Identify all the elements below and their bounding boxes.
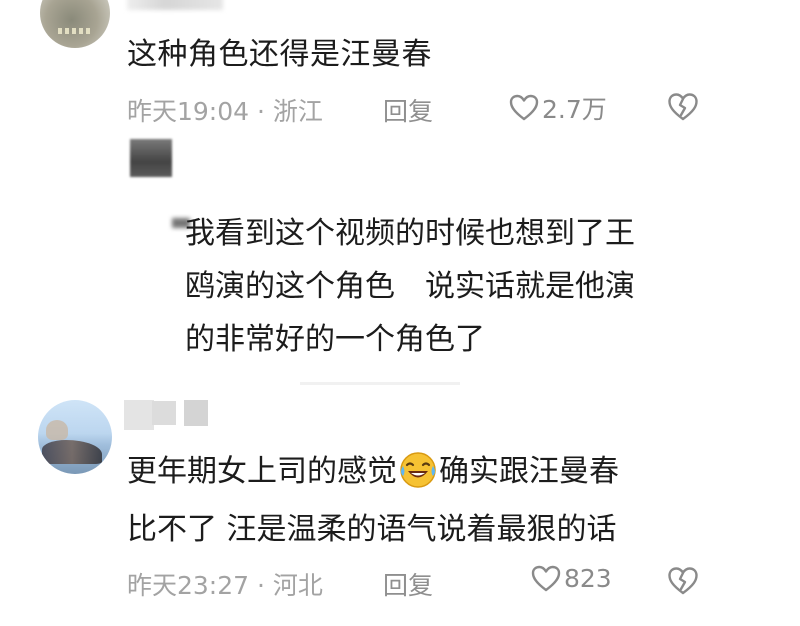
- reply-line: 的非常好的一个角色了: [185, 322, 485, 357]
- username-blurred[interactable]: [127, 0, 223, 10]
- comment-meta: 昨天23:27 · 河北 回复 823: [127, 564, 717, 602]
- divider: [300, 382, 460, 385]
- avatar[interactable]: [38, 400, 112, 474]
- dislike-icon[interactable]: [667, 92, 699, 122]
- like-button[interactable]: 823: [531, 564, 612, 593]
- comment-time-location: 昨天19:04 · 浙江: [127, 97, 323, 126]
- avatar-figure-head: [46, 420, 68, 440]
- reply-text: 我看到这个视频的时候也想到了王 鸥演的这个角色 说实话就是他演 的非常好的一个角色了: [185, 207, 725, 366]
- avatar-figure: [42, 440, 102, 464]
- comment-meta: 昨天19:04 · 浙江 回复 2.7万: [127, 92, 717, 128]
- like-count: 2.7万: [542, 95, 607, 124]
- reply-line: 我看到这个视频的时候也想到了王: [185, 216, 635, 251]
- comment-text-segment: 确实跟汪曼春: [439, 454, 619, 489]
- dislike-icon[interactable]: [667, 566, 699, 596]
- comment-text-segment: 更年期女上司的感觉: [127, 454, 397, 489]
- like-button[interactable]: 2.7万: [509, 90, 607, 126]
- comment-time-location: 昨天23:27 · 河北: [127, 571, 323, 600]
- avatar[interactable]: [40, 0, 110, 48]
- reply-line: 鸥演的这个角色 说实话就是他演: [185, 269, 635, 304]
- comment-text-line: 更年期女上司的感觉 确实跟汪曼春: [127, 447, 619, 497]
- reply-button[interactable]: 回复: [383, 566, 433, 602]
- heart-icon: [531, 565, 561, 593]
- username-blurred-part: [184, 400, 208, 426]
- username-blurred-part: [152, 401, 176, 425]
- heart-icon: [509, 94, 539, 122]
- username-blurred[interactable]: [124, 400, 154, 430]
- comment-text-line: 比不了 汪是温柔的语气说着最狠的话: [127, 512, 617, 547]
- comment-text: 这种角色还得是汪曼春: [127, 37, 432, 72]
- like-count: 823: [564, 564, 612, 593]
- avatar-pattern: [58, 28, 92, 34]
- reply-button[interactable]: 回复: [383, 92, 433, 128]
- laughing-crying-emoji-icon: [398, 450, 438, 490]
- reply-avatar-blurred[interactable]: [130, 139, 172, 177]
